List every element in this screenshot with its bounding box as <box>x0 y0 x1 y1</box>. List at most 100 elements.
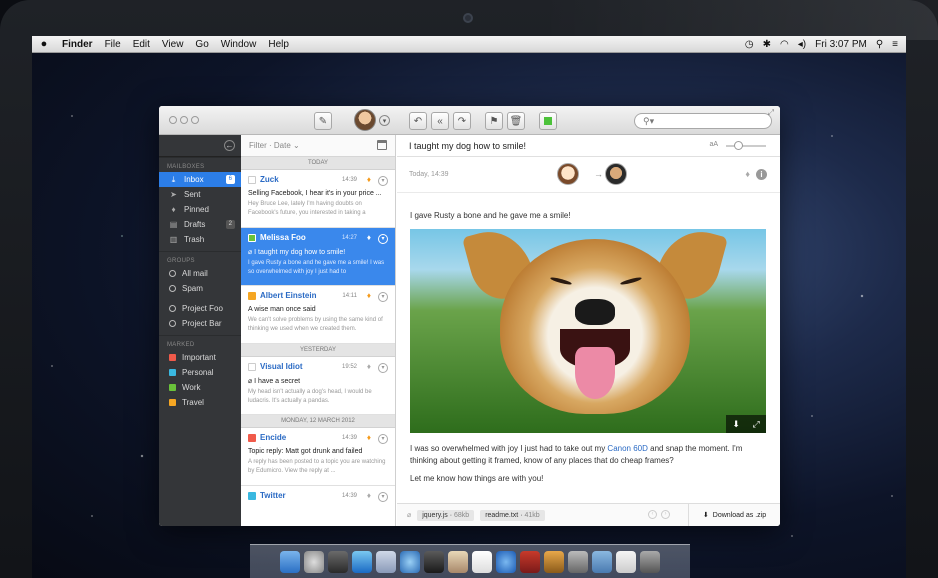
sidebar-item-drafts[interactable]: ▤ Drafts 2 <box>159 217 241 232</box>
minimize-button[interactable] <box>180 116 188 124</box>
reply-all-icon[interactable]: « <box>431 112 449 130</box>
photo-booth-icon[interactable] <box>520 550 540 573</box>
search-input[interactable]: ⚲▾ <box>634 113 772 129</box>
chevron-right-icon[interactable]: › <box>661 510 670 519</box>
menu-go[interactable]: Go <box>189 39 214 50</box>
pin-icon[interactable]: ♦ <box>745 169 750 179</box>
spotlight-icon[interactable]: ⚲ <box>876 39 883 50</box>
chevron-left-icon[interactable]: ‹ <box>648 510 657 519</box>
mission-control-icon[interactable] <box>328 550 348 573</box>
menu-help[interactable]: Help <box>262 39 295 50</box>
sidebar-item-travel[interactable]: Travel <box>159 395 241 410</box>
calendar-icon[interactable] <box>472 550 492 573</box>
sidebar-item-project-bar[interactable]: Project Bar <box>159 316 241 331</box>
label-swatch[interactable] <box>248 291 256 300</box>
chevron-down-icon[interactable]: ▾ <box>379 115 390 126</box>
label-color-icon[interactable] <box>539 112 557 130</box>
list-item[interactable]: Visual Idiot 19:52 ♦ ▾ ⌀ I have a secret… <box>241 357 395 415</box>
download-icon[interactable]: ⬇ <box>732 419 740 430</box>
pin-icon[interactable]: ♦ <box>367 491 371 500</box>
checkbox[interactable] <box>248 362 256 371</box>
list-item[interactable]: Twitter 14:39 ♦ ▾ <box>241 486 395 526</box>
list-item[interactable]: Zuck 14:39 ♦ ▾ Selling Facebook, I hear … <box>241 170 395 228</box>
menu-window[interactable]: Window <box>215 39 263 50</box>
document-icon[interactable] <box>616 550 636 573</box>
flag-icon[interactable]: ⚑ <box>485 112 503 130</box>
volume-icon[interactable]: ◂) <box>798 39 806 50</box>
sidebar-item-pinned[interactable]: ♦ Pinned <box>159 202 241 217</box>
sidebar-item-inbox[interactable]: ⤓ Inbox 6 <box>159 172 241 187</box>
launchpad-icon[interactable] <box>304 550 324 573</box>
menu-finder[interactable]: Finder <box>56 39 99 50</box>
chevron-down-icon[interactable]: ▾ <box>378 176 388 186</box>
contacts-icon[interactable] <box>448 550 468 573</box>
sidebar-item-all-mail[interactable]: All mail <box>159 266 241 281</box>
reply-icon[interactable]: ↶ <box>409 112 427 130</box>
compose-icon[interactable]: ✎ <box>314 112 332 130</box>
chevron-down-icon[interactable]: ▾ <box>378 434 388 444</box>
pin-icon[interactable]: ♦ <box>367 175 371 184</box>
list-item[interactable]: Encide 14:39 ♦ ▾ Topic reply: Matt got d… <box>241 428 395 486</box>
attachment-chip[interactable]: readme.txt · 41kb <box>480 509 545 521</box>
zoom-button[interactable] <box>191 116 199 124</box>
pin-icon[interactable]: ♦ <box>367 433 371 442</box>
sidebar-item-important[interactable]: Important <box>159 350 241 365</box>
pin-icon[interactable]: ♦ <box>367 291 371 300</box>
finder-icon[interactable] <box>280 550 300 573</box>
notification-icon[interactable]: ≡ <box>892 39 898 50</box>
attachment-chip[interactable]: jquery.js · 68kb <box>417 509 475 521</box>
sidebar-item-sent[interactable]: ➤ Sent <box>159 187 241 202</box>
app-store-icon[interactable] <box>352 550 372 573</box>
chevron-down-icon[interactable]: ▾ <box>378 363 388 373</box>
itunes-icon[interactable] <box>496 550 516 573</box>
wifi-icon[interactable]: ◠ <box>780 39 789 50</box>
dog-photo[interactable]: ⬇ ⤢ <box>410 229 766 433</box>
camera-link[interactable]: Canon 60D <box>607 444 647 453</box>
list-item-selected[interactable]: Melissa Foo 14:27 ♦ ▾ ⌀ I taught my dog … <box>241 228 395 286</box>
filter-bar[interactable]: Filter · Date ⌄ <box>241 135 395 157</box>
sidebar-item-work[interactable]: Work <box>159 380 241 395</box>
chevron-down-icon[interactable]: ⌄ <box>293 141 300 150</box>
pin-icon[interactable]: ♦ <box>367 233 371 242</box>
info-icon[interactable]: i <box>756 169 767 180</box>
checkbox[interactable] <box>248 175 256 184</box>
back-icon[interactable]: ← <box>224 140 235 151</box>
fullscreen-icon[interactable]: ⤢ <box>768 108 774 118</box>
chevron-down-icon[interactable]: ▾ <box>378 234 388 244</box>
facetime-icon[interactable] <box>424 550 444 573</box>
chevron-down-icon[interactable]: ▾ <box>378 292 388 302</box>
folder-icon[interactable] <box>592 550 612 573</box>
close-button[interactable] <box>169 116 177 124</box>
trash-icon[interactable]: 🗑 <box>507 112 525 130</box>
menu-clock[interactable]: Fri 3:07 PM <box>815 39 867 50</box>
trash-icon[interactable] <box>640 550 660 573</box>
sidebar-item-trash[interactable]: ▥ Trash <box>159 232 241 247</box>
mail-icon[interactable] <box>376 550 396 573</box>
system-preferences-icon[interactable] <box>568 550 588 573</box>
bluetooth-icon[interactable]: ✱ <box>763 39 771 50</box>
forward-icon[interactable]: ↷ <box>453 112 471 130</box>
iphoto-icon[interactable] <box>544 550 564 573</box>
list-item[interactable]: Albert Einstein 14:11 ♦ ▾ A wise man onc… <box>241 286 395 344</box>
expand-icon[interactable]: ⤢ <box>752 419 759 430</box>
slider-handle[interactable] <box>734 141 743 150</box>
calendar-icon[interactable] <box>377 140 387 150</box>
recipient-avatar[interactable] <box>605 163 627 185</box>
label-swatch[interactable] <box>248 233 256 242</box>
text-size-slider[interactable] <box>726 141 766 150</box>
apple-menu-icon[interactable]: ● <box>32 38 56 50</box>
label-swatch[interactable] <box>248 491 256 500</box>
sender-avatar[interactable] <box>557 163 579 185</box>
account-avatar[interactable] <box>354 109 376 131</box>
menu-edit[interactable]: Edit <box>127 39 156 50</box>
sidebar-item-project-foo[interactable]: Project Foo <box>159 301 241 316</box>
chevron-down-icon[interactable]: ▾ <box>378 492 388 502</box>
time-machine-icon[interactable]: ◷ <box>745 39 754 50</box>
sidebar-item-spam[interactable]: Spam <box>159 281 241 296</box>
download-zip-button[interactable]: ⬇ Download as .zip <box>688 504 780 526</box>
label-swatch[interactable] <box>248 433 256 442</box>
menu-view[interactable]: View <box>156 39 190 50</box>
pin-icon[interactable]: ♦ <box>367 362 371 371</box>
menu-file[interactable]: File <box>99 39 127 50</box>
safari-icon[interactable] <box>400 550 420 573</box>
